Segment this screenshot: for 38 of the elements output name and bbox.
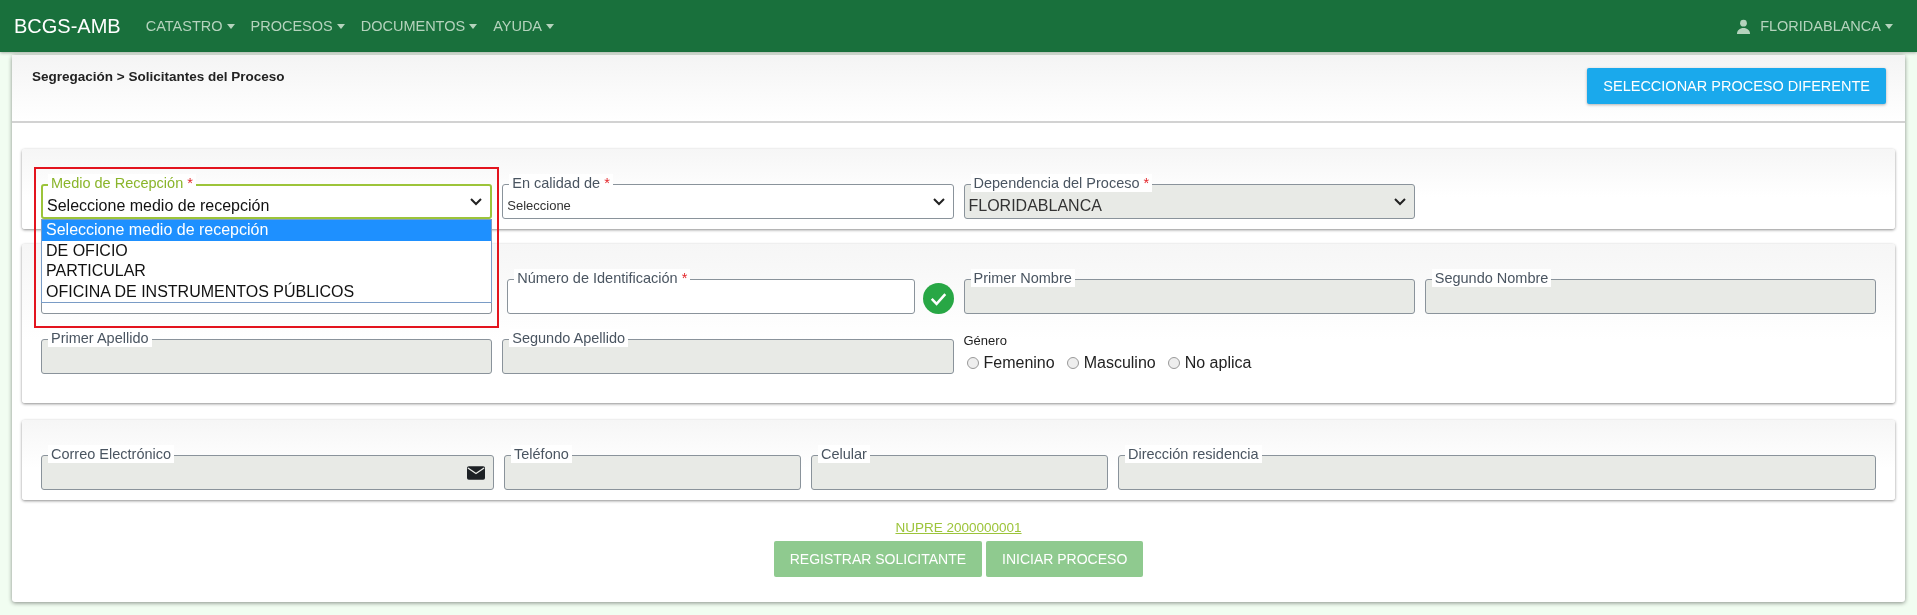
- nav-menu[interactable]: DOCUMENTOS: [360, 18, 478, 34]
- gender-radio[interactable]: Femenino: [963, 354, 1055, 372]
- nav-menu[interactable]: AYUDA: [493, 18, 555, 34]
- dropdown-option[interactable]: PARTICULAR: [42, 261, 492, 282]
- dropdown-option[interactable]: Seleccione medio de recepción: [42, 220, 492, 241]
- field-label: Primer Apellido: [48, 329, 152, 347]
- radio-icon[interactable]: [1167, 357, 1180, 369]
- caret-icon: [226, 23, 235, 29]
- nav-menu[interactable]: CATASTRO: [145, 18, 235, 34]
- radio-icon[interactable]: [1066, 357, 1079, 369]
- field-label: Medio de Recepción *: [48, 174, 196, 192]
- gender-radio[interactable]: No aplica: [1164, 354, 1252, 372]
- caret-icon: [1885, 23, 1893, 29]
- breadcrumb: Segregación > Solicitantes del Proceso: [32, 69, 285, 84]
- nav-menu[interactable]: PROCESOS: [250, 18, 345, 34]
- dropdown-option[interactable]: OFICINA DE INSTRUMENTOS PÚBLICOS: [42, 281, 492, 302]
- gender-label: Género: [963, 333, 1007, 348]
- brand-name[interactable]: BCGS-AMB: [14, 14, 121, 38]
- field-label: Segundo Apellido: [509, 329, 629, 347]
- field-label: Teléfono: [511, 445, 572, 463]
- field-label: Celular: [818, 445, 870, 463]
- user-icon: [1736, 18, 1752, 34]
- caret-icon: [469, 23, 478, 29]
- chevron-down-icon: [1393, 197, 1406, 206]
- field-label: Correo Electrónico: [48, 445, 175, 463]
- field-label: Segundo Nombre: [1431, 269, 1552, 287]
- field-label: Dependencia del Proceso *: [970, 174, 1153, 192]
- chevron-down-icon: [470, 197, 483, 206]
- chevron-down-icon: [932, 197, 945, 206]
- caret-icon: [546, 23, 555, 29]
- field-label: Dirección residencia: [1125, 445, 1262, 463]
- gender-radio[interactable]: Masculino: [1063, 354, 1156, 372]
- dropdown-option[interactable]: DE OFICIO: [42, 240, 492, 261]
- caret-icon: [336, 23, 345, 29]
- user-menu[interactable]: FLORIDABLANCA: [1760, 18, 1893, 34]
- radio-icon[interactable]: [966, 357, 979, 369]
- field-label: Primer Nombre: [970, 269, 1075, 287]
- envelope-icon: [467, 465, 485, 480]
